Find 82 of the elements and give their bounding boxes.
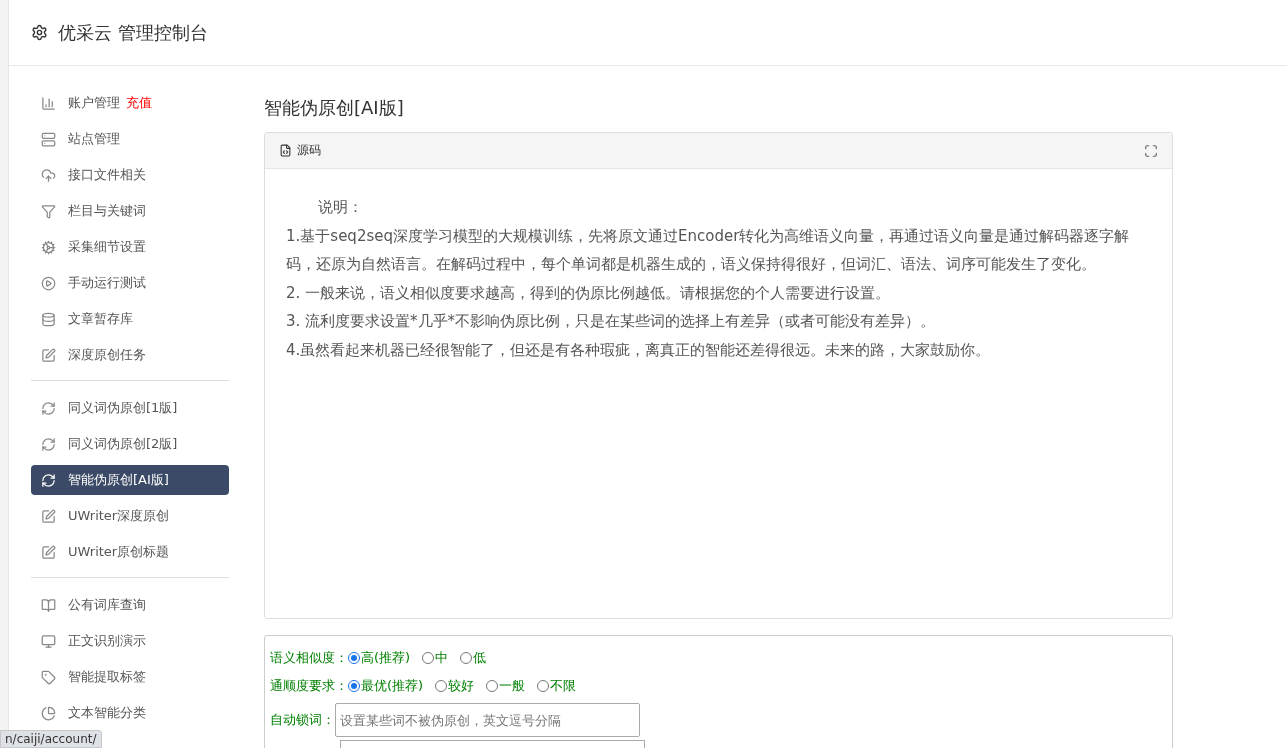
sidebar-item-label: 接口文件相关	[68, 166, 146, 184]
sidebar-item-label: 账户管理	[68, 94, 120, 112]
sidebar-item-label: 文章暂存库	[68, 310, 133, 328]
sidebar-item[interactable]: 正文识别演示	[31, 626, 229, 656]
sidebar-item[interactable]: UWriter深度原创	[31, 501, 229, 531]
radio-button[interactable]	[537, 680, 550, 692]
monitor-icon	[41, 633, 56, 649]
editor-paragraph: 3. 流利度要求设置*几乎*不影响伪原比例，只是在某些词的选择上有差异（或者可能没有差异）。	[286, 311, 937, 332]
sidebar-item[interactable]: 采集细节设置	[31, 232, 229, 262]
radio-button[interactable]	[435, 680, 448, 692]
edit-icon	[41, 508, 56, 524]
page-title: 智能伪原创[AI版]	[264, 96, 405, 120]
sidebar-item-label: 同义词伪原创[1版]	[68, 399, 178, 417]
refresh-icon	[41, 400, 56, 416]
sidebar-item[interactable]: 智能提取标签	[31, 662, 229, 692]
sidebar-item[interactable]: 栏目与关键词	[31, 196, 229, 226]
sidebar-item[interactable]: 账户管理 充值	[31, 88, 229, 118]
sidebar-item[interactable]: 手动运行测试	[31, 268, 229, 298]
edit-icon	[41, 347, 56, 363]
pie-chart-icon	[41, 705, 56, 721]
code-file-icon	[279, 144, 292, 157]
radio-option[interactable]: 最优(推荐)	[348, 677, 424, 695]
sidebar-item-label: 智能伪原创[AI版]	[68, 471, 169, 489]
editor-paragraph: 4.虽然看起来机器已经很智能了，但还是有各种瑕疵，离真正的智能还差得很远。未来的路，大家鼓励你。	[286, 339, 992, 361]
sidebar-item-label: 智能提取标签	[68, 668, 146, 686]
sidebar-item[interactable]: 接口文件相关	[31, 160, 229, 190]
gears-icon	[41, 239, 56, 255]
option-label: 自动锁词：	[270, 711, 335, 729]
status-url: n/caiji/account/	[0, 730, 102, 748]
sidebar-item[interactable]: 同义词伪原创[1版]	[31, 393, 229, 423]
radio-option[interactable]: 中	[422, 649, 449, 667]
sidebar-item-label: 站点管理	[68, 130, 120, 148]
sidebar-item-label: UWriter深度原创	[68, 507, 170, 525]
server-icon	[41, 131, 56, 147]
sidebar-item-label: 正文识别演示	[68, 632, 146, 650]
sidebar-item[interactable]: 文本智能分类	[31, 698, 229, 728]
sidebar-item[interactable]: 智能伪原创[AI版]	[31, 465, 229, 495]
radio-option[interactable]: 不限	[537, 677, 577, 695]
tag-icon	[41, 669, 56, 685]
sidebar-item-label: 采集细节设置	[68, 238, 146, 256]
sidebar-item[interactable]: 同义词伪原创[2版]	[31, 429, 229, 459]
filter-icon	[41, 203, 56, 219]
radio-option[interactable]: 一般	[486, 677, 526, 695]
sidebar-item[interactable]: 公有词库查询	[31, 590, 229, 620]
bar-chart-icon	[41, 95, 56, 111]
refresh-icon	[41, 472, 56, 488]
app-title: 优采云 管理控制台	[58, 20, 208, 45]
fullscreen-button[interactable]	[1144, 143, 1158, 158]
source-code-button[interactable]: 源码	[279, 142, 321, 159]
radio-button[interactable]	[348, 680, 360, 692]
radio-option[interactable]: 高(推荐)	[348, 649, 411, 667]
refresh-icon	[41, 436, 56, 452]
editor-paragraph: 2. 一般来说，语义相似度要求越高，得到的伪原比例越低。请根据您的个人需要进行设置。	[286, 282, 892, 304]
database-icon	[41, 311, 56, 327]
recharge-link[interactable]: 充值	[126, 94, 152, 112]
radio-button[interactable]	[422, 652, 435, 664]
radio-button[interactable]	[348, 652, 360, 664]
cloud-upload-icon	[41, 167, 56, 183]
sidebar-item[interactable]: 文章暂存库	[31, 304, 229, 334]
editor-paragraph: 说明：	[317, 197, 364, 218]
option-label: 通顺度要求：	[270, 677, 348, 695]
sidebar-item-label: 深度原创任务	[68, 346, 146, 364]
radio-button[interactable]	[486, 680, 499, 692]
sidebar-item[interactable]: UWriter原创标题	[31, 537, 229, 567]
settings-icon	[31, 24, 48, 41]
sidebar-item-label: 文本智能分类	[68, 704, 146, 722]
book-icon	[41, 597, 56, 613]
radio-button[interactable]	[460, 652, 473, 664]
edit-icon	[41, 544, 56, 560]
option-label: 语义相似度：	[270, 649, 348, 667]
sidebar-item-label: 同义词伪原创[2版]	[68, 435, 178, 453]
sidebar-item-label: 公有词库查询	[68, 596, 146, 614]
lock-words-field[interactable]: 设置某些词不被伪原创，英文逗号分隔	[335, 703, 640, 737]
play-icon	[41, 275, 56, 291]
editor-paragraph: 1.基于seq2seq深度学习模型的大规模训练，先将原文通过Encoder转化为高维语义向量，再通过语义向量是通过解码器逐字解码，还原为自然语言。在解码过程中，每个单词都是机器生成的，语义保持得很好，但词汇、语法、词序可能发生了变化。	[286, 225, 1131, 275]
radio-option[interactable]: 较好	[435, 677, 475, 695]
sidebar-item[interactable]: 深度原创任务	[31, 340, 229, 370]
sidebar-item-label: UWriter原创标题	[68, 543, 170, 561]
sidebar-item-label: 手动运行测试	[68, 274, 146, 292]
radio-option[interactable]: 低	[460, 649, 487, 667]
sidebar-item[interactable]: 站点管理	[31, 124, 229, 154]
sidebar-item-label: 栏目与关键词	[68, 202, 146, 220]
